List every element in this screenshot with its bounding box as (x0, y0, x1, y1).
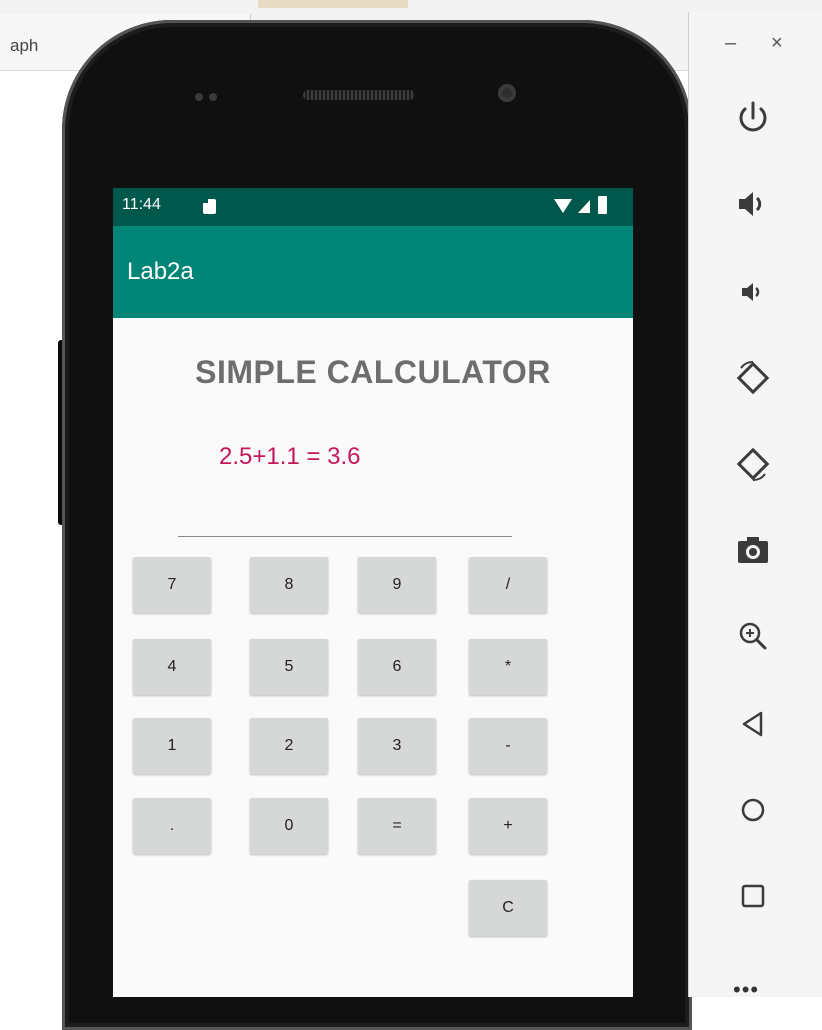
rotate-left-button[interactable] (721, 346, 785, 410)
app-title: Lab2a (127, 258, 194, 285)
result-text: 2.5+1.1 = 3.6 (219, 443, 361, 470)
more-options-button[interactable]: ••• (733, 977, 759, 1003)
app-bar: Lab2a (113, 226, 633, 318)
key-4-button[interactable]: 4 (133, 639, 211, 695)
close-button[interactable]: × (771, 32, 783, 55)
battery-icon (598, 196, 607, 214)
sd-card-icon (203, 199, 216, 214)
front-camera-icon (498, 84, 516, 102)
key-2-button[interactable]: 2 (250, 718, 328, 774)
wifi-icon (554, 199, 572, 213)
volume-up-icon (739, 192, 762, 216)
volume-down-button[interactable] (721, 260, 785, 324)
power-icon (739, 101, 767, 132)
phone-sensor-dots (195, 88, 245, 101)
status-bar: 11:44 (113, 188, 633, 226)
key-clear-button[interactable]: C (469, 880, 547, 936)
rotate-right-button[interactable] (721, 432, 785, 496)
back-icon (742, 711, 763, 737)
key-add-button[interactable]: + (469, 798, 547, 854)
key-0-button[interactable]: 0 (250, 798, 328, 854)
key-subtract-button[interactable]: - (469, 718, 547, 774)
key-divide-button[interactable]: / (469, 557, 547, 613)
key-3-button[interactable]: 3 (358, 718, 436, 774)
minimize-button[interactable]: – (725, 32, 736, 55)
home-icon (741, 798, 765, 822)
camera-icon (738, 537, 768, 563)
status-time: 11:44 (122, 196, 161, 213)
overview-icon (741, 884, 765, 908)
back-button[interactable] (721, 692, 785, 756)
home-button[interactable] (721, 778, 785, 842)
expression-input[interactable] (178, 536, 512, 537)
rotate-right-icon (736, 447, 770, 481)
emulator-toolbar-header: – × (689, 12, 822, 72)
phone-speaker (303, 90, 415, 100)
host-tab-strip (258, 0, 408, 8)
key-dot-button[interactable]: . (133, 798, 211, 854)
rotate-left-icon (736, 361, 770, 395)
overview-button[interactable] (721, 864, 785, 928)
key-equals-button[interactable]: = (358, 798, 436, 854)
key-8-button[interactable]: 8 (250, 557, 328, 613)
zoom-button[interactable] (721, 604, 785, 668)
zoom-icon (739, 622, 767, 650)
key-9-button[interactable]: 9 (358, 557, 436, 613)
phone-screen: 11:44 Lab2a SIMPLE CALCULATOR 2.5+1.1 = … (113, 188, 633, 997)
key-multiply-button[interactable]: * (469, 639, 547, 695)
signal-icon (578, 200, 590, 213)
key-6-button[interactable]: 6 (358, 639, 436, 695)
calculator-title: SIMPLE CALCULATOR (195, 354, 551, 390)
key-5-button[interactable]: 5 (250, 639, 328, 695)
emulator-toolbar: – × ••• (688, 12, 822, 1002)
key-7-button[interactable]: 7 (133, 557, 211, 613)
host-tab-label: aph (10, 36, 39, 55)
key-1-button[interactable]: 1 (133, 718, 211, 774)
volume-down-icon (742, 283, 760, 301)
power-button[interactable] (721, 86, 785, 150)
screenshot-button[interactable] (721, 518, 785, 582)
volume-up-button[interactable] (721, 172, 785, 236)
